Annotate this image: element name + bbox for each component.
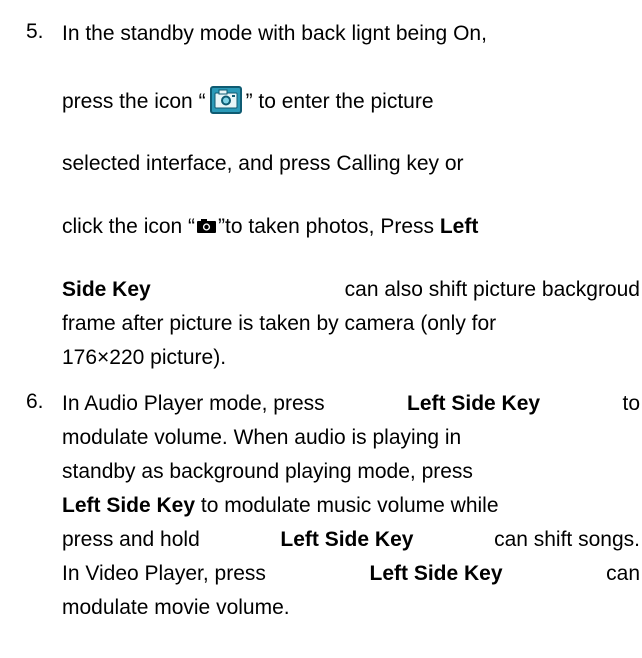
item5-line4: click the icon “ ”to taken photos, Press… (62, 213, 479, 238)
camera-icon (197, 213, 217, 233)
item5-line3: selected interface, and press Calling ke… (62, 152, 464, 175)
item6-line1: In Audio Player mode, press Left Side Ke… (62, 392, 640, 415)
item6-line7: modulate movie volume. (62, 596, 290, 619)
item6-line4: Left Side Key to modulate music volume w… (62, 494, 499, 517)
item6-line5: press and hold Left Side Key can shift s… (62, 528, 640, 551)
item5-line5: Side Key can also shift picture backgrou… (62, 278, 640, 301)
item5-line1: In the standby mode with back lignt bein… (62, 22, 487, 45)
item5-line2: press the icon “ ” to enter the picture (62, 86, 640, 115)
item6-line3: standby as background playing mode, pres… (62, 460, 473, 483)
item6-line6: In Video Player, press Left Side Key can (62, 562, 640, 585)
camera-app-icon (209, 86, 242, 114)
item-number: 6. (26, 390, 44, 413)
item5-line7: 176×220 picture). (62, 346, 227, 369)
item-number: 5. (26, 20, 44, 43)
item5-line6: frame after picture is taken by camera (… (62, 312, 497, 335)
item6-line2: modulate volume. When audio is playing i… (62, 426, 462, 449)
